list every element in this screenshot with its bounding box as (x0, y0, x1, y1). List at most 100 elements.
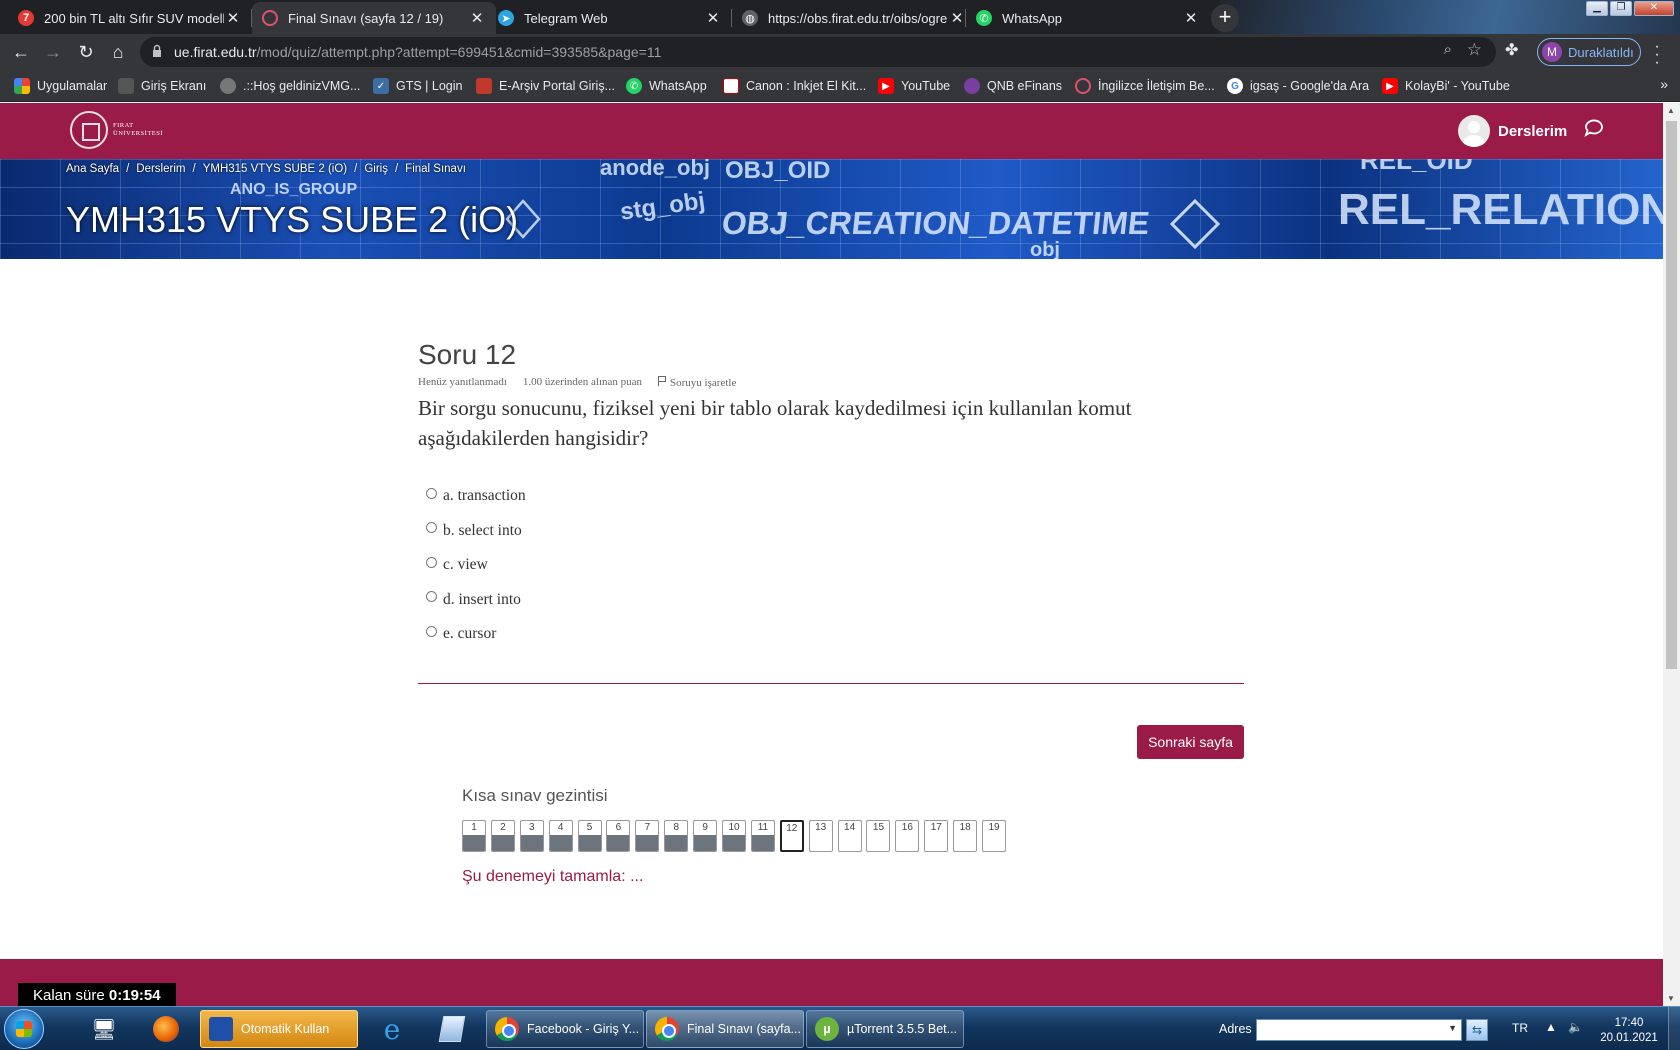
new-tab-button[interactable]: + (1211, 4, 1239, 32)
profile-button[interactable]: M Duraklatıldı (1537, 38, 1641, 66)
bookmark-google-search[interactable]: G igsaş - Google'da Ara (1227, 77, 1369, 95)
more-bookmarks-icon[interactable]: » (1660, 76, 1668, 92)
close-tab-icon[interactable]: ✕ (704, 9, 722, 27)
quiz-nav-button-12[interactable]: 12 (779, 820, 804, 852)
tab-suv-models[interactable]: 7 200 bin TL altı Sıfır SUV modelleri ✕ (8, 2, 252, 34)
answer-option-b[interactable]: b. select into (418, 514, 1244, 549)
forward-arrow-icon[interactable]: → (41, 40, 65, 64)
tab-whatsapp[interactable]: ✆ WhatsApp ✕ (966, 2, 1210, 34)
quiz-nav-button-1[interactable]: 1 (462, 820, 486, 852)
system-clock[interactable]: 17:40 20.01.2021 (1596, 1016, 1662, 1046)
close-tab-icon[interactable]: ✕ (1182, 9, 1200, 27)
notepad-icon[interactable] (430, 1011, 474, 1047)
bookmark-ingilizce[interactable]: İngilizce İletişim Be... (1075, 77, 1215, 95)
bookmark-whatsapp[interactable]: ✆ WhatsApp (626, 77, 707, 95)
quiz-nav-button-5[interactable]: 5 (577, 820, 602, 852)
page-scrollbar[interactable]: ▲ ▼ (1663, 103, 1680, 1006)
firefox-icon[interactable] (144, 1011, 188, 1047)
bookmark-youtube[interactable]: ▶ YouTube (878, 77, 950, 95)
quiz-nav-button-7[interactable]: 7 (635, 820, 660, 852)
answer-option-d[interactable]: d. insert into (418, 583, 1244, 618)
quiz-nav-button-3[interactable]: 3 (519, 820, 544, 852)
start-button[interactable] (4, 1009, 44, 1049)
bookmark-apps[interactable]: Uygulamalar (14, 77, 107, 95)
quiz-nav-button-6[interactable]: 6 (606, 820, 631, 852)
bookmark-label: WhatsApp (649, 79, 707, 93)
extensions-puzzle-icon[interactable]: ✤ (1505, 40, 1518, 60)
answer-option-a[interactable]: a. transaction (418, 479, 1244, 514)
finish-attempt-link[interactable]: Şu denemeyi tamamla: ... (462, 868, 1062, 886)
quiz-nav-button-14[interactable]: 14 (837, 820, 862, 852)
go-arrow-icon[interactable]: ⇆ (1466, 1019, 1488, 1041)
breadcrumb-link-courses[interactable]: Derslerim (136, 163, 185, 175)
bookmark-label: Uygulamalar (37, 79, 108, 93)
show-desktop-button[interactable] (1668, 1007, 1680, 1050)
breadcrumb-link-section[interactable]: Giriş (364, 163, 388, 175)
breadcrumb-link-course[interactable]: YMH315 VTYS SUBE 2 (iO) (203, 163, 347, 175)
bookmark-star-icon[interactable]: ☆ (1467, 40, 1482, 60)
bookmark-gts-login[interactable]: ✓ GTS | Login (373, 77, 462, 95)
bookmark-vmg[interactable]: .::Hoş geldinizVMG... (220, 77, 360, 95)
radio-button[interactable] (426, 556, 437, 568)
taskbar-item-otomatik[interactable]: Otomatik Kullan (200, 1010, 358, 1048)
minimize-icon[interactable]: ▁ (1586, 1, 1608, 16)
bookmark-kolaybi[interactable]: ▶ KolayBi' - YouTube (1382, 77, 1510, 95)
zoom-icon[interactable]: ⌕ (1444, 41, 1452, 58)
quiz-nav-button-16[interactable]: 16 (895, 820, 920, 852)
bookmark-canon[interactable]: Canon : Inkjet El Kit... (723, 77, 866, 95)
show-hidden-icons-icon[interactable]: ▲ (1545, 1020, 1557, 1034)
radio-button[interactable] (426, 591, 437, 603)
dropdown-arrow-icon[interactable]: ▼ (1448, 1023, 1457, 1033)
home-icon[interactable]: ⌂ (106, 40, 130, 64)
breadcrumb-link-home[interactable]: Ana Sayfa (66, 163, 119, 175)
tab-telegram[interactable]: ➤ Telegram Web ✕ (488, 2, 732, 34)
reload-icon[interactable]: ↻ (74, 40, 98, 64)
taskbar-item-utorrent[interactable]: µ µTorrent 3.5.5 Bet... (806, 1010, 964, 1048)
address-toolbar-input[interactable]: ▼ (1256, 1019, 1462, 1041)
quiz-nav-button-18[interactable]: 18 (953, 820, 978, 852)
quiz-nav-button-15[interactable]: 15 (866, 820, 891, 852)
answer-option-e[interactable]: e. cursor (418, 617, 1244, 652)
quiz-nav-button-8[interactable]: 8 (664, 820, 689, 852)
scrollbar-thumb[interactable] (1666, 121, 1677, 669)
next-page-button[interactable]: Sonraki sayfa (1137, 725, 1244, 759)
bookmark-earsiv[interactable]: E-Arşiv Portal Giriş... (476, 77, 615, 95)
quiz-nav-button-19[interactable]: 19 (982, 820, 1007, 852)
bookmark-qnb[interactable]: QNB eFinans (964, 77, 1062, 95)
tab-obs[interactable]: ◍ https://obs.firat.edu.tr/oibs/ogrenci … (732, 2, 976, 34)
answer-option-c[interactable]: c. view (418, 548, 1244, 583)
close-tab-icon[interactable]: ✕ (224, 9, 242, 27)
quiz-nav-button-11[interactable]: 11 (750, 820, 775, 852)
language-indicator[interactable]: TR (1512, 1021, 1528, 1035)
close-window-icon[interactable]: ✕ (1634, 1, 1674, 16)
taskbar-item-final-exam[interactable]: Final Sınavı (sayfa... (646, 1010, 804, 1048)
taskbar-item-facebook[interactable]: Facebook - Giriş Y... (486, 1010, 644, 1048)
address-bar[interactable]: ue.firat.edu.tr/mod/quiz/attempt.php?att… (140, 37, 1496, 67)
restore-icon[interactable]: ❐ (1610, 1, 1632, 16)
kebab-menu-icon[interactable]: · · · (1652, 39, 1662, 71)
radio-button[interactable] (426, 522, 437, 534)
volume-icon[interactable]: 🔈 (1568, 1020, 1583, 1034)
breadcrumb-link-quiz[interactable]: Final Sınavı (405, 163, 466, 175)
radio-button[interactable] (426, 625, 437, 637)
quiz-nav-button-17[interactable]: 17 (924, 820, 949, 852)
message-bubble-icon[interactable] (1583, 117, 1605, 139)
bookmark-giris-ekrani[interactable]: Giriş Ekranı (118, 77, 206, 95)
close-tab-icon[interactable]: ✕ (948, 9, 966, 27)
tab-final-exam[interactable]: Final Sınavı (sayfa 12 / 19) ✕ (252, 2, 496, 34)
close-tab-icon[interactable]: ✕ (468, 9, 486, 27)
quiz-nav-button-2[interactable]: 2 (490, 820, 515, 852)
computer-icon[interactable]: 🖥 (82, 1011, 126, 1047)
user-menu[interactable]: Derslerim (1458, 115, 1567, 147)
scroll-down-icon[interactable]: ▼ (1667, 994, 1675, 1003)
quiz-nav-button-4[interactable]: 4 (548, 820, 573, 852)
radio-button[interactable] (426, 487, 437, 499)
internet-explorer-icon[interactable]: e (370, 1011, 414, 1047)
quiz-nav-button-10[interactable]: 10 (722, 820, 747, 852)
back-arrow-icon[interactable]: ← (9, 40, 33, 64)
scroll-up-icon[interactable]: ▲ (1667, 106, 1675, 115)
university-logo[interactable]: FIRAT ÜNİVERSİTESİ (70, 111, 163, 149)
quiz-nav-button-9[interactable]: 9 (693, 820, 718, 852)
flag-question-link[interactable]: Soruyu işaretle (658, 376, 736, 389)
quiz-nav-button-13[interactable]: 13 (808, 820, 833, 852)
